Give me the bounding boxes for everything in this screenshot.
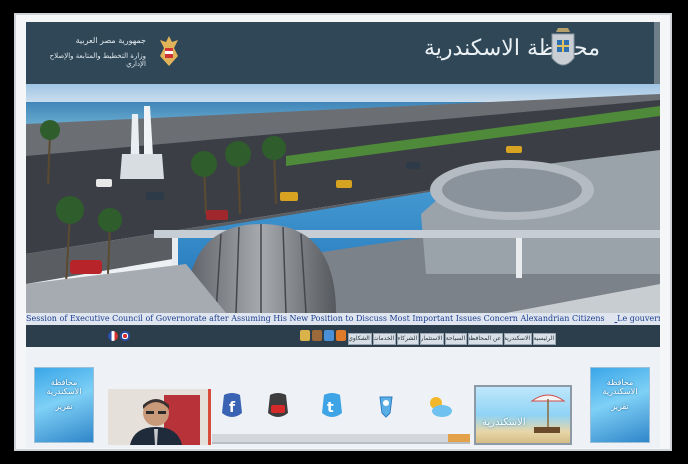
beach-umbrella-image [530, 394, 566, 433]
ticker-item[interactable]: Le gouverneur d'Alexandrie préside la pr… [617, 313, 660, 325]
svg-text:t: t [327, 400, 334, 416]
nav-item-about[interactable]: عن المحافظة [468, 333, 504, 345]
rss-icon[interactable] [336, 330, 346, 341]
banner-title: محافظة الاسكندرية [46, 378, 82, 396]
ministry-subtitle: وزارة التخطيط والمتابعة والإصلاح الإداري [49, 52, 146, 68]
left-report-banner[interactable]: محافظة الاسكندرية تقرير [34, 367, 94, 443]
web-page: جمهورية مصر العربية وزارة التخطيط والمتا… [26, 22, 660, 448]
facebook-icon[interactable]: f [218, 391, 246, 421]
banner-subtitle: تقرير [611, 402, 629, 411]
site-header: جمهورية مصر العربية وزارة التخطيط والمتا… [26, 22, 660, 84]
archive-icon[interactable] [312, 330, 322, 341]
nav-item-services[interactable]: الخدمات [372, 333, 397, 345]
alexandria-emblem-icon[interactable] [548, 28, 578, 74]
nav-item-home[interactable]: الرئيسية [533, 333, 556, 345]
right-report-banner[interactable]: محافظة الاسكندرية تقرير [590, 367, 650, 443]
banner-subtitle: تقرير [55, 402, 73, 411]
svg-text:f: f [229, 400, 236, 416]
ministry-title: جمهورية مصر العربية [75, 36, 146, 45]
english-flag-icon[interactable] [120, 331, 130, 341]
news-ticker: Session of Executive Council of Governor… [26, 313, 660, 325]
badge-icon[interactable] [372, 391, 400, 421]
nav-menu: الرئيسية الاسكندرية عن المحافظة السياحة … [348, 333, 556, 345]
quick-icons [300, 330, 346, 341]
search-button[interactable] [448, 434, 470, 442]
alexandria-promo-banner[interactable]: الاسكندرية [474, 385, 572, 445]
french-flag-icon[interactable] [108, 331, 118, 341]
search-bar[interactable] [212, 434, 470, 444]
ticker-item[interactable]: Session of Executive Council of Governor… [26, 313, 605, 325]
content-area: محافظة الاسكندرية تقرير f t الاسكندرية م… [26, 347, 660, 448]
home-icon[interactable] [300, 330, 310, 341]
governor-photo[interactable] [108, 389, 211, 445]
nav-item-investment[interactable]: الاستثمار [420, 333, 445, 345]
hero-corniche-photo [26, 84, 660, 313]
globe-icon[interactable] [324, 330, 334, 341]
weather-icon[interactable] [426, 391, 454, 421]
nav-item-partners[interactable]: الشركاء [397, 333, 420, 345]
nav-item-alexandria[interactable]: الاسكندرية [504, 333, 533, 345]
nav-item-tourism[interactable]: السياحة [445, 333, 468, 345]
governor-portrait-image [108, 389, 208, 445]
promo-label: الاسكندرية [482, 417, 526, 428]
banner-title: محافظة الاسكندرية [602, 378, 638, 396]
twitter-icon[interactable]: t [318, 391, 346, 421]
nav-item-complaints[interactable]: الشكاوي [348, 333, 372, 345]
main-navbar: الرئيسية الاسكندرية عن المحافظة السياحة … [26, 325, 660, 347]
youtube-icon[interactable] [264, 391, 292, 421]
scrollbar[interactable] [654, 22, 660, 84]
egypt-eagle-icon [160, 36, 178, 66]
